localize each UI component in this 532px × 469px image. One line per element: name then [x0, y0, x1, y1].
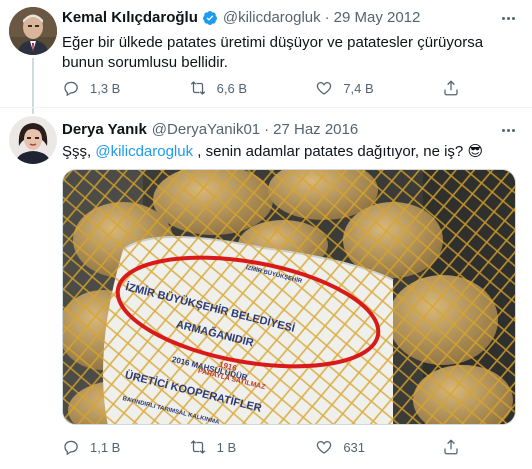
author-handle[interactable]: @DeryaYanik01: [152, 121, 260, 138]
avatar-derya[interactable]: [9, 116, 57, 164]
mention-link[interactable]: @kilicdarogluk: [95, 143, 193, 160]
retweet-icon: [190, 440, 205, 454]
author-name[interactable]: Derya Yanık: [62, 121, 147, 138]
tweet-header: Derya Yanık @DeryaYanik01 · 27 Haz 2016: [62, 121, 358, 138]
tweet-reply[interactable]: Derya Yanık @DeryaYanik01 · 27 Haz 2016 …: [0, 0, 532, 469]
like-button[interactable]: 631: [315, 437, 375, 457]
tweet-text-start: Şşş,: [62, 143, 96, 160]
tweet-date[interactable]: 27 Haz 2016: [273, 121, 358, 138]
tweet-actions: 1,1 B 1 B 631: [62, 437, 462, 457]
header-separator: ·: [264, 121, 270, 138]
share-icon: [444, 439, 458, 455]
red-circle-highlight: [115, 255, 381, 369]
tweet-photo[interactable]: İZMİR BÜYÜKŞEHİR İZMİR BÜYÜKŞEHİR BELEDİ…: [62, 169, 516, 425]
reply-button[interactable]: 1,1 B: [62, 437, 122, 457]
tweet-text: Şşş, @kilicdarogluk , senin adamlar pata…: [62, 142, 512, 162]
reply-icon: [64, 440, 78, 456]
more-options-icon[interactable]: [496, 121, 520, 139]
retweet-button[interactable]: 1 B: [189, 437, 249, 457]
reply-count: 1,1 B: [90, 439, 121, 455]
retweet-count: 1 B: [216, 439, 237, 455]
share-button[interactable]: [442, 437, 462, 457]
like-count: 631: [343, 439, 366, 455]
heart-icon: [317, 440, 332, 454]
tweet-text-end: , senin adamlar patates dağıtıyor, ne iş…: [193, 143, 484, 160]
